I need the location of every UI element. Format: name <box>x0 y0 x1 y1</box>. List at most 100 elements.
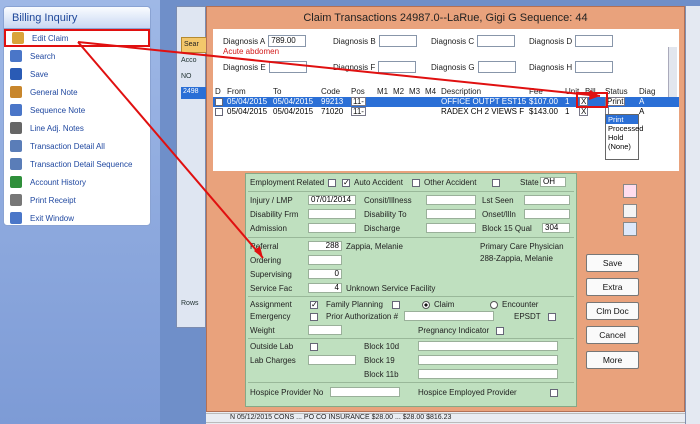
table-header: D From To Code Pos M1 M2 M3 M4 Description Fee Unit… <box>213 87 679 97</box>
assignment-checkbox[interactable]: ✓ <box>310 301 318 309</box>
consult-field[interactable] <box>426 195 476 205</box>
referral-number[interactable]: 288 <box>308 241 342 251</box>
image-icon[interactable] <box>623 204 637 218</box>
column-header: M1 <box>377 87 389 96</box>
block10d-field[interactable] <box>418 341 558 351</box>
claim-transactions-dialog: Claim Transactions 24987.0--LaRue, Gigi … <box>206 6 685 412</box>
diagnosis-input[interactable] <box>575 35 614 47</box>
referral-label: Referral <box>250 242 279 251</box>
onset-field[interactable] <box>524 209 570 219</box>
cell-from: 05/04/2015 <box>227 97 268 106</box>
other-accident-value-checkbox[interactable] <box>492 179 500 187</box>
family-planning-checkbox[interactable] <box>392 301 400 309</box>
diagnosis-input[interactable] <box>378 35 417 47</box>
disability-to-field[interactable] <box>426 209 476 219</box>
hospice-employed-checkbox[interactable] <box>550 389 558 397</box>
cell-unit: 1 <box>565 97 570 106</box>
sidebar-item[interactable]: Transaction Detail Sequence <box>4 155 150 173</box>
note-icon <box>10 86 22 98</box>
cell-bill[interactable]: X <box>579 107 589 116</box>
save-button[interactable]: Save <box>586 254 639 272</box>
disability-from-field[interactable] <box>308 209 356 219</box>
sidebar-item[interactable]: Search <box>4 47 150 65</box>
discharge-label: Discharge <box>364 224 401 233</box>
status-option[interactable]: Print <box>606 115 638 124</box>
hospice-field[interactable] <box>330 387 400 397</box>
diagnosis-field: Diagnosis A 789.00 <box>223 35 307 47</box>
sidebar-item[interactable]: Exit Window <box>4 209 150 227</box>
pregnancy-label: Pregnancy Indicator <box>418 326 490 335</box>
claim-radio[interactable] <box>422 301 430 309</box>
column-header: D <box>215 87 221 96</box>
account-row[interactable]: 2498 <box>181 87 207 99</box>
lab-charges-field[interactable] <box>308 355 356 365</box>
auto-accident-checkbox[interactable]: ✓ <box>342 179 350 187</box>
grid-row: N 05/12/2015 CONS ... PO CO INSURANCE $2… <box>206 414 685 423</box>
employment-checkbox[interactable] <box>328 179 336 187</box>
status-option[interactable]: (None) <box>606 142 638 151</box>
sidebar-item[interactable]: Sequence Note <box>4 101 150 119</box>
sidebar-item[interactable]: Line Adj. Notes <box>4 119 150 137</box>
service-fac-number[interactable]: 4 <box>308 283 342 293</box>
row-checkbox[interactable] <box>215 108 223 116</box>
state-field[interactable]: OH <box>540 177 566 187</box>
status-dropdown-list[interactable]: Print Processed Hold (None) <box>605 114 643 160</box>
diagnosis-input[interactable] <box>378 61 417 73</box>
sidebar-item[interactable]: General Note <box>4 83 150 101</box>
search-tab[interactable]: Sear <box>181 37 207 53</box>
sidebar-item[interactable]: Transaction Detail All <box>4 137 150 155</box>
alert-icon[interactable] <box>623 184 637 198</box>
auto-accident-label: Auto Accident <box>354 178 403 187</box>
block15-select[interactable]: 304 <box>542 223 570 233</box>
status-option[interactable]: Hold <box>606 133 638 142</box>
panel-title: Billing Inquiry <box>4 7 150 29</box>
diagnosis-input[interactable] <box>477 61 516 73</box>
more-button[interactable]: More <box>586 351 639 369</box>
other-accident-checkbox[interactable] <box>412 179 420 187</box>
transaction-row[interactable]: 05/04/2015 05/04/2015 99213 11- OFFICE OUTPT… <box>213 97 679 107</box>
extra-button[interactable]: Extra <box>586 278 639 296</box>
emergency-checkbox[interactable] <box>310 313 318 321</box>
status-option[interactable]: Processed <box>606 124 643 133</box>
diagnosis-input[interactable] <box>268 61 307 73</box>
document-icon[interactable] <box>623 222 637 236</box>
epsdt-checkbox[interactable] <box>548 313 556 321</box>
save-icon <box>10 68 22 80</box>
note-icon <box>10 104 22 116</box>
dialog-title: Claim Transactions 24987.0--LaRue, Gigi … <box>303 12 588 24</box>
pregnancy-checkbox[interactable] <box>496 327 504 335</box>
sidebar-item[interactable]: Account History <box>4 173 150 191</box>
row-checkbox[interactable] <box>215 98 223 106</box>
prior-auth-field[interactable] <box>404 311 494 321</box>
lst-seen-field[interactable] <box>524 195 570 205</box>
sidebar-item[interactable]: Print Receipt <box>4 191 150 209</box>
sidebar-item[interactable]: Save <box>4 65 150 83</box>
diagnosis-input[interactable] <box>477 35 516 47</box>
cell-bill[interactable]: X <box>579 97 589 106</box>
ordering-field[interactable] <box>308 255 342 265</box>
cancel-button[interactable]: Cancel <box>586 326 639 344</box>
discharge-field[interactable] <box>426 223 476 233</box>
sidebar-item-label: General Note <box>30 87 78 97</box>
outside-lab-checkbox[interactable] <box>310 343 318 351</box>
admission-field[interactable] <box>308 223 356 233</box>
sidebar-item-label: Line Adj. Notes <box>30 123 84 133</box>
block11b-field[interactable] <box>418 369 558 379</box>
sidebar-item[interactable]: Edit Claim <box>4 29 150 47</box>
diagnosis-label: Diagnosis B <box>333 36 376 46</box>
cell-pos[interactable]: 11- <box>351 107 366 116</box>
cell-pos[interactable]: 11- <box>351 97 366 106</box>
weight-field[interactable] <box>308 325 342 335</box>
search-icon <box>10 50 22 62</box>
clm-doc-button[interactable]: Clm Doc <box>586 302 639 320</box>
claim-label: Claim <box>434 300 455 309</box>
cell-status[interactable]: Print <box>605 97 626 106</box>
diagnosis-input[interactable]: 789.00 <box>268 35 307 47</box>
block19-field[interactable] <box>418 355 558 365</box>
ordering-label: Ordering <box>250 256 282 265</box>
encounter-radio[interactable] <box>490 301 498 309</box>
supervising-field[interactable]: 0 <box>308 269 342 279</box>
diagnosis-input[interactable] <box>575 61 614 73</box>
lab-charges-label: Lab Charges <box>250 356 296 365</box>
injury-field[interactable]: 07/01/2014 <box>308 195 356 205</box>
